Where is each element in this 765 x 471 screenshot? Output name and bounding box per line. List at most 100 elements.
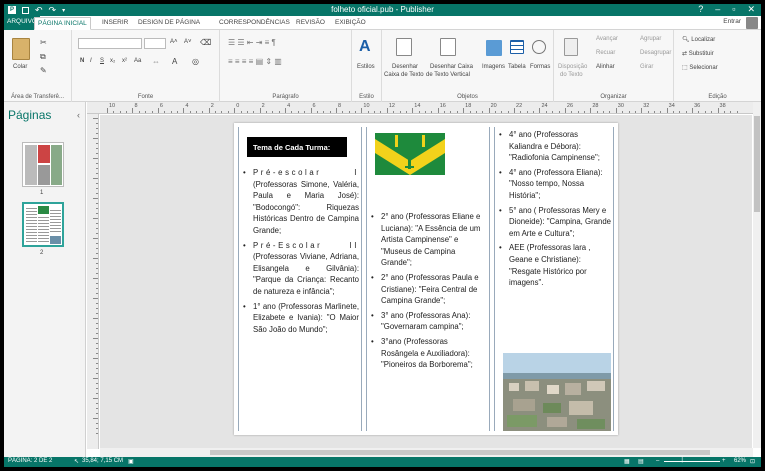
horizontal-scroll-thumb[interactable] bbox=[210, 450, 710, 455]
change-case-button[interactable]: Aa bbox=[134, 58, 141, 64]
restore-button[interactable]: ▫ bbox=[732, 4, 735, 15]
effects-icon[interactable]: ◎ bbox=[192, 57, 199, 66]
zoom-slider-thumb[interactable]: | bbox=[681, 457, 683, 463]
horizontal-ruler[interactable]: 10 8 6 4 2 0 2 4 6 8 10 12 14 16 18 20 22 24 26 28 30 32 34 36 3… bbox=[87, 102, 753, 114]
ruler-number: 4 bbox=[287, 103, 291, 109]
ruler-tick bbox=[157, 108, 159, 113]
cut-icon[interactable]: ✂ bbox=[40, 38, 47, 47]
images-button[interactable]: Imagens bbox=[482, 64, 505, 70]
rotate-button[interactable]: Girar bbox=[640, 64, 653, 70]
bullets-icon[interactable]: ☰ ☰ ⇤ ⇥ ≡ ¶ bbox=[228, 38, 276, 47]
tab-page-design[interactable]: DESIGN DE PÁGINA bbox=[135, 17, 203, 30]
wrap-text-button[interactable]: Disposição bbox=[558, 64, 587, 70]
ruler-tick bbox=[96, 283, 98, 284]
shrink-font-button[interactable]: A˅ bbox=[184, 39, 192, 45]
page-status[interactable]: PÁGINA: 2 DE 2 bbox=[8, 458, 52, 464]
find-button[interactable]: 🔍︎ Localizar bbox=[682, 36, 715, 43]
copy-icon[interactable]: ⧉ bbox=[40, 52, 46, 62]
wrap-text-icon[interactable] bbox=[564, 38, 578, 56]
ruler-tick bbox=[96, 173, 98, 174]
text-column-1[interactable]: Tema de Cada Turma: Pré-escolar I (Profe… bbox=[238, 127, 362, 431]
select-button[interactable]: ⬚ Selecionar bbox=[682, 64, 718, 71]
page-thumbnail-2[interactable] bbox=[22, 202, 64, 247]
text-column-2[interactable]: 2° ano (Professoras Eliane e Luciana): "… bbox=[366, 127, 490, 431]
minimize-button[interactable]: – bbox=[715, 4, 720, 15]
text-column-3[interactable]: 4° ano (Professoras Kaliandra e Débora):… bbox=[494, 127, 614, 431]
ruler-tick bbox=[96, 123, 98, 124]
horizontal-scrollbar[interactable] bbox=[100, 448, 753, 457]
replace-button[interactable]: ⇄ Substituir bbox=[682, 50, 714, 57]
bring-forward-button[interactable]: Avançar bbox=[596, 36, 618, 42]
list-item: Pré-escolar I (Professoras Simone, Valér… bbox=[241, 167, 359, 237]
fit-page-icon[interactable]: ⊡ bbox=[750, 458, 755, 465]
subscript-button[interactable]: x₂ bbox=[110, 58, 115, 64]
styles-button[interactable]: Estilos bbox=[357, 64, 375, 70]
styles-icon[interactable]: A bbox=[359, 38, 375, 56]
view-master-icon[interactable]: ▤ bbox=[638, 458, 644, 465]
vertical-textbox-icon[interactable] bbox=[440, 38, 456, 56]
ruler-tick bbox=[196, 111, 198, 113]
collapse-pane-icon[interactable]: ‹ bbox=[77, 110, 80, 120]
help-button[interactable]: ? bbox=[698, 4, 703, 15]
tab-mailings[interactable]: CORRESPONDÊNCIAS bbox=[216, 17, 293, 30]
tab-home[interactable]: PÁGINA INICIAL bbox=[34, 17, 91, 30]
clear-format-icon[interactable]: ⌫ bbox=[200, 38, 211, 47]
group-button[interactable]: Agrupar bbox=[640, 36, 661, 42]
font-name-dropdown[interactable] bbox=[78, 38, 142, 49]
font-size-dropdown[interactable] bbox=[144, 38, 166, 49]
vertical-ruler[interactable] bbox=[87, 114, 99, 449]
tab-insert[interactable]: INSERIR bbox=[99, 17, 131, 30]
textbox-icon[interactable] bbox=[396, 38, 412, 56]
tab-view[interactable]: EXIBIÇÃO bbox=[332, 17, 369, 30]
shapes-button[interactable]: Formas bbox=[530, 64, 550, 70]
vertical-scroll-thumb[interactable] bbox=[754, 116, 760, 212]
ruler-tick bbox=[291, 111, 293, 113]
ruler-tick bbox=[514, 108, 516, 113]
align-icons[interactable]: ≡ ≡ ≡ ≡ ▤ ⇕ ▥ bbox=[228, 57, 282, 66]
ruler-tick bbox=[456, 111, 458, 113]
zoom-level[interactable]: 62% bbox=[734, 458, 746, 464]
city-flag-image[interactable] bbox=[375, 133, 445, 175]
ruler-tick bbox=[96, 208, 98, 209]
draw-textbox-button[interactable]: Desenhar bbox=[392, 64, 418, 70]
vertical-scrollbar[interactable] bbox=[753, 102, 761, 448]
avatar[interactable] bbox=[746, 17, 758, 29]
ruler-tick bbox=[660, 111, 662, 113]
ungroup-button[interactable]: Desagrupar bbox=[640, 50, 671, 56]
view-normal-icon[interactable]: ▦ bbox=[624, 458, 630, 465]
bold-button[interactable]: N bbox=[80, 58, 84, 64]
ruler-tick bbox=[96, 368, 98, 369]
select-icon: ⬚ bbox=[682, 65, 688, 71]
page-thumbnail-1[interactable] bbox=[22, 142, 64, 187]
class-theme-list-3: 4° ano (Professoras Kaliandra e Débora):… bbox=[497, 129, 611, 292]
images-icon[interactable] bbox=[486, 40, 502, 56]
ruler-number: 8 bbox=[134, 103, 138, 109]
pages-pane-title: Páginas bbox=[8, 108, 52, 122]
ruler-tick bbox=[310, 108, 312, 113]
grow-font-button[interactable]: A˄ bbox=[170, 39, 178, 45]
table-icon[interactable] bbox=[510, 40, 524, 54]
publication-page[interactable]: Tema de Cada Turma: Pré-escolar I (Profe… bbox=[234, 123, 618, 435]
character-spacing-icon[interactable]: ⇔ bbox=[152, 57, 160, 66]
city-aerial-photo[interactable] bbox=[503, 353, 611, 431]
align-button[interactable]: Alinhar bbox=[596, 64, 615, 70]
zoom-out-icon[interactable]: – bbox=[656, 458, 659, 464]
format-painter-icon[interactable]: ✎ bbox=[40, 66, 47, 75]
ruler-tick bbox=[96, 213, 98, 214]
underline-button[interactable]: S bbox=[100, 58, 104, 64]
sign-in-link[interactable]: Entrar bbox=[723, 18, 741, 25]
paste-icon[interactable] bbox=[12, 38, 30, 60]
shapes-icon[interactable] bbox=[532, 40, 546, 54]
superscript-button[interactable]: x² bbox=[122, 58, 127, 64]
send-backward-button[interactable]: Recuar bbox=[596, 50, 615, 56]
table-button[interactable]: Tabela bbox=[508, 64, 526, 70]
zoom-in-icon[interactable]: + bbox=[722, 458, 726, 464]
font-color-icon[interactable]: A bbox=[172, 57, 177, 66]
zoom-slider[interactable] bbox=[664, 461, 720, 462]
draw-vertical-textbox-button[interactable]: Desenhar Caixa bbox=[430, 64, 473, 70]
close-button[interactable]: ✕ bbox=[747, 4, 755, 15]
ruler-number: 14 bbox=[414, 103, 421, 109]
italic-button[interactable]: I bbox=[90, 58, 92, 64]
tab-review[interactable]: REVISÃO bbox=[293, 17, 328, 30]
paste-button[interactable]: Colar bbox=[13, 64, 27, 70]
